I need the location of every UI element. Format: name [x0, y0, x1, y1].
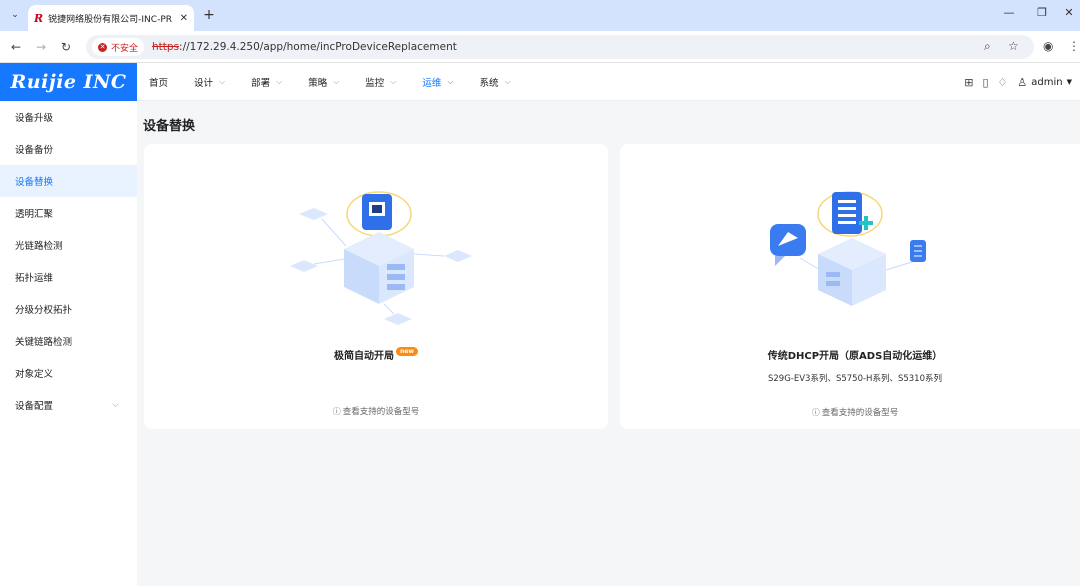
- main-content: 设备替换 极简自动开局 new ⓘ 查看支持的设备型号 传统DHCP开局（原AD…: [137, 101, 1080, 586]
- forward-icon[interactable]: →: [33, 39, 49, 55]
- url-text[interactable]: https://172.29.4.250/app/home/incProDevi…: [152, 41, 457, 53]
- switch-illustration: [290, 191, 472, 325]
- ruijie-logo[interactable]: Ruijie INC: [0, 63, 137, 101]
- user-menu[interactable]: ♙ admin ▼: [1017, 76, 1072, 89]
- supported-models-link[interactable]: ⓘ 查看支持的设备型号: [620, 406, 1080, 418]
- sidebar-item-device-replacement[interactable]: 设备替换: [0, 165, 137, 197]
- sidebar-item-transparent-aggregation[interactable]: 透明汇聚: [0, 197, 137, 229]
- caret-down-icon: ▼: [1066, 78, 1072, 86]
- supported-models-link[interactable]: ⓘ 查看支持的设备型号: [144, 405, 608, 417]
- close-window-icon[interactable]: ✕: [1060, 6, 1078, 19]
- security-chip[interactable]: ✕ 不安全: [92, 38, 145, 56]
- browser-tab[interactable]: R 锐捷网络股份有限公司-INC-PR ✕: [28, 5, 194, 31]
- card-title: 传统DHCP开局（原ADS自动化运维）: [767, 351, 943, 362]
- nav-home[interactable]: 首页: [149, 75, 168, 89]
- chevron-down-icon: ⌵: [504, 77, 511, 86]
- nav-ops[interactable]: 运维 ⌵: [422, 75, 453, 89]
- username: admin: [1031, 76, 1063, 88]
- card-zero-touch[interactable]: 极简自动开局 new ⓘ 查看支持的设备型号: [144, 144, 608, 429]
- tab-title: 锐捷网络股份有限公司-INC-PR: [48, 14, 173, 25]
- chevron-down-icon: ⌵: [390, 77, 397, 86]
- profile-icon[interactable]: ◉: [1043, 39, 1053, 53]
- sidebar-item-hierarchical-topology[interactable]: 分级分权拓扑: [0, 293, 137, 325]
- zoom-icon[interactable]: ⌕: [984, 39, 991, 54]
- card-subtitle: S29G-EV3系列、S5750-H系列、S5310系列: [768, 374, 942, 384]
- chevron-down-icon: ⌵: [112, 400, 119, 410]
- new-badge: new: [396, 347, 418, 356]
- dhcp-illustration: [770, 191, 926, 306]
- nav-policy[interactable]: 策略 ⌵: [308, 75, 339, 89]
- bookmark-star-icon[interactable]: ☆: [1008, 39, 1019, 53]
- sidebar-item-device-upgrade[interactable]: 设备升级: [0, 101, 137, 133]
- restore-icon[interactable]: ❐: [1033, 6, 1051, 19]
- sidebar-item-key-link-check[interactable]: 关键链路检测: [0, 325, 137, 357]
- device-icon[interactable]: ▯: [982, 76, 988, 89]
- sidebar-item-topology-ops[interactable]: 拓扑运维: [0, 261, 137, 293]
- top-nav: 首页 设计 ⌵ 部署 ⌵ 策略 ⌵ 监控 ⌵ 运维 ⌵ 系统 ⌵: [149, 63, 537, 101]
- browser-tabbar: ⌄ R 锐捷网络股份有限公司-INC-PR ✕ + — ❐ ✕: [0, 0, 1080, 31]
- chevron-down-icon: ⌵: [276, 77, 283, 86]
- warning-icon: ✕: [98, 42, 107, 52]
- info-icon: ⓘ: [332, 407, 341, 416]
- insecure-label: 不安全: [111, 43, 139, 54]
- minimize-icon[interactable]: —: [1000, 6, 1018, 19]
- page-title: 设备替换: [143, 119, 196, 134]
- ruijie-favicon-icon: R: [34, 11, 44, 25]
- theme-icon[interactable]: ♢: [998, 76, 1008, 89]
- sidebar-item-object-definition[interactable]: 对象定义: [0, 357, 137, 389]
- app-header: Ruijie INC 首页 设计 ⌵ 部署 ⌵ 策略 ⌵ 监控 ⌵ 运维 ⌵ 系统 ⌵ ⊞ …: [0, 63, 1080, 101]
- chevron-down-icon: ⌵: [219, 77, 226, 86]
- sidebar-item-optical-link-check[interactable]: 光链路检测: [0, 229, 137, 261]
- back-icon[interactable]: ←: [8, 39, 24, 55]
- chevron-down-icon: ⌵: [333, 77, 340, 86]
- nav-monitor[interactable]: 监控 ⌵: [365, 75, 396, 89]
- card-title: 极简自动开局 new: [144, 347, 608, 362]
- reload-icon[interactable]: ↻: [58, 39, 74, 55]
- address-bar: ← → ↻ ✕ 不安全 https://172.29.4.250/app/hom…: [0, 31, 1080, 63]
- card-dhcp[interactable]: 传统DHCP开局（原ADS自动化运维） S29G-EV3系列、S5750-H系列…: [620, 144, 1080, 429]
- info-icon: ⓘ: [811, 408, 820, 417]
- sidebar-item-device-config[interactable]: 设备配置 ⌵: [0, 389, 137, 421]
- header-tools: ⊞ ▯ ♢ ♙ admin ▼: [955, 63, 1072, 101]
- sidebar-item-device-backup[interactable]: 设备备份: [0, 133, 137, 165]
- close-tab-icon[interactable]: ✕: [180, 13, 188, 24]
- nav-design[interactable]: 设计 ⌵: [194, 75, 225, 89]
- nav-system[interactable]: 系统 ⌵: [479, 75, 510, 89]
- sidebar: 设备升级 设备备份 设备替换 透明汇聚 光链路检测 拓扑运维 分级分权拓扑 关键…: [0, 101, 137, 586]
- tab-search-icon[interactable]: ⌄: [7, 7, 23, 23]
- new-tab-icon[interactable]: +: [201, 6, 217, 24]
- menu-icon[interactable]: ⋮: [1068, 39, 1080, 53]
- user-icon: ♙: [1017, 75, 1028, 89]
- apps-grid-icon[interactable]: ⊞: [964, 76, 973, 89]
- nav-deploy[interactable]: 部署 ⌵: [251, 75, 282, 89]
- chevron-down-icon: ⌵: [447, 77, 454, 86]
- omnibox[interactable]: ✕ 不安全 https://172.29.4.250/app/home/incP…: [86, 35, 1034, 59]
